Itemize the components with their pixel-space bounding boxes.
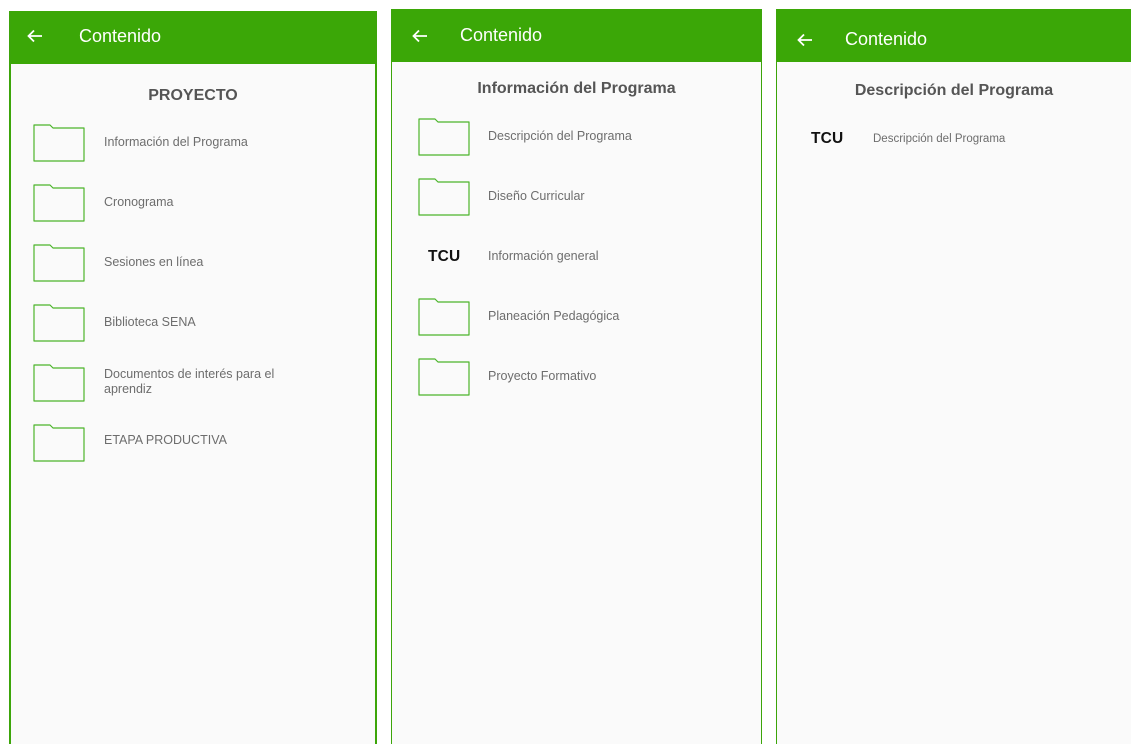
back-arrow-icon[interactable] xyxy=(25,26,45,46)
screen-informacion-del-programa: Contenido Información del Programa Descr… xyxy=(391,9,762,744)
item-label: Descripción del Programa xyxy=(873,133,1006,145)
folder-icon xyxy=(33,124,85,162)
list-item-folder[interactable]: Diseño Curricular xyxy=(392,178,761,228)
folder-icon xyxy=(418,118,470,156)
item-label: Sesiones en línea xyxy=(104,255,204,269)
item-label: Diseño Curricular xyxy=(488,189,585,203)
app-bar-title: Contenido xyxy=(79,26,162,46)
list-item-folder[interactable]: Sesiones en línea xyxy=(11,244,375,294)
list-item-folder[interactable]: ETAPA PRODUCTIVA xyxy=(11,424,375,474)
item-label: Información del Programa xyxy=(104,135,248,149)
list-item-folder[interactable]: Planeación Pedagógica xyxy=(392,298,761,348)
list-item-folder[interactable]: Descripción del Programa xyxy=(392,118,761,168)
tcu-badge: TCU xyxy=(811,130,844,147)
folder-icon xyxy=(418,358,470,396)
list-item-file[interactable]: TCU Descripción del Programa xyxy=(777,128,1131,178)
folder-icon xyxy=(33,244,85,282)
app-bar: Contenido xyxy=(777,9,1131,62)
back-arrow-icon[interactable] xyxy=(795,30,815,50)
list-item-folder[interactable]: Cronograma xyxy=(11,184,375,234)
folder-icon xyxy=(33,424,85,462)
list-item-folder[interactable]: Biblioteca SENA xyxy=(11,304,375,354)
item-label: Información general xyxy=(488,249,599,263)
back-arrow-icon[interactable] xyxy=(410,26,430,46)
app-bar: Contenido xyxy=(11,11,375,64)
app-bar-title: Contenido xyxy=(845,29,928,49)
item-label: ETAPA PRODUCTIVA xyxy=(104,433,227,447)
screen-proyecto: Contenido PROYECTO Información del Progr… xyxy=(9,11,377,744)
item-label: Planeación Pedagógica xyxy=(488,309,620,323)
item-label: Proyecto Formativo xyxy=(488,369,597,383)
folder-icon xyxy=(418,178,470,216)
folder-icon xyxy=(33,304,85,342)
item-label: Biblioteca SENA xyxy=(104,315,196,329)
item-label: Descripción del Programa xyxy=(488,129,632,143)
list-item-folder[interactable]: Proyecto Formativo xyxy=(392,358,761,408)
app-bar-title: Contenido xyxy=(460,25,543,45)
list-item-file[interactable]: TCU Información general xyxy=(392,238,761,288)
list-item-folder[interactable]: Documentos de interés para el aprendiz xyxy=(11,364,375,414)
section-title: Información del Programa xyxy=(477,80,676,97)
app-bar: Contenido xyxy=(392,9,761,62)
item-label: Cronograma xyxy=(104,195,174,209)
list-item-folder[interactable]: Información del Programa xyxy=(11,124,375,174)
section-title: PROYECTO xyxy=(148,87,238,104)
folder-icon xyxy=(33,184,85,222)
screen-descripcion-del-programa: Contenido Descripción del Programa TCU D… xyxy=(776,9,1131,744)
folder-icon xyxy=(33,364,85,402)
item-label: Documentos de interés para el aprendiz xyxy=(104,367,275,396)
folder-icon xyxy=(418,298,470,336)
section-title: Descripción del Programa xyxy=(854,82,1054,99)
tcu-badge: TCU xyxy=(428,248,461,265)
